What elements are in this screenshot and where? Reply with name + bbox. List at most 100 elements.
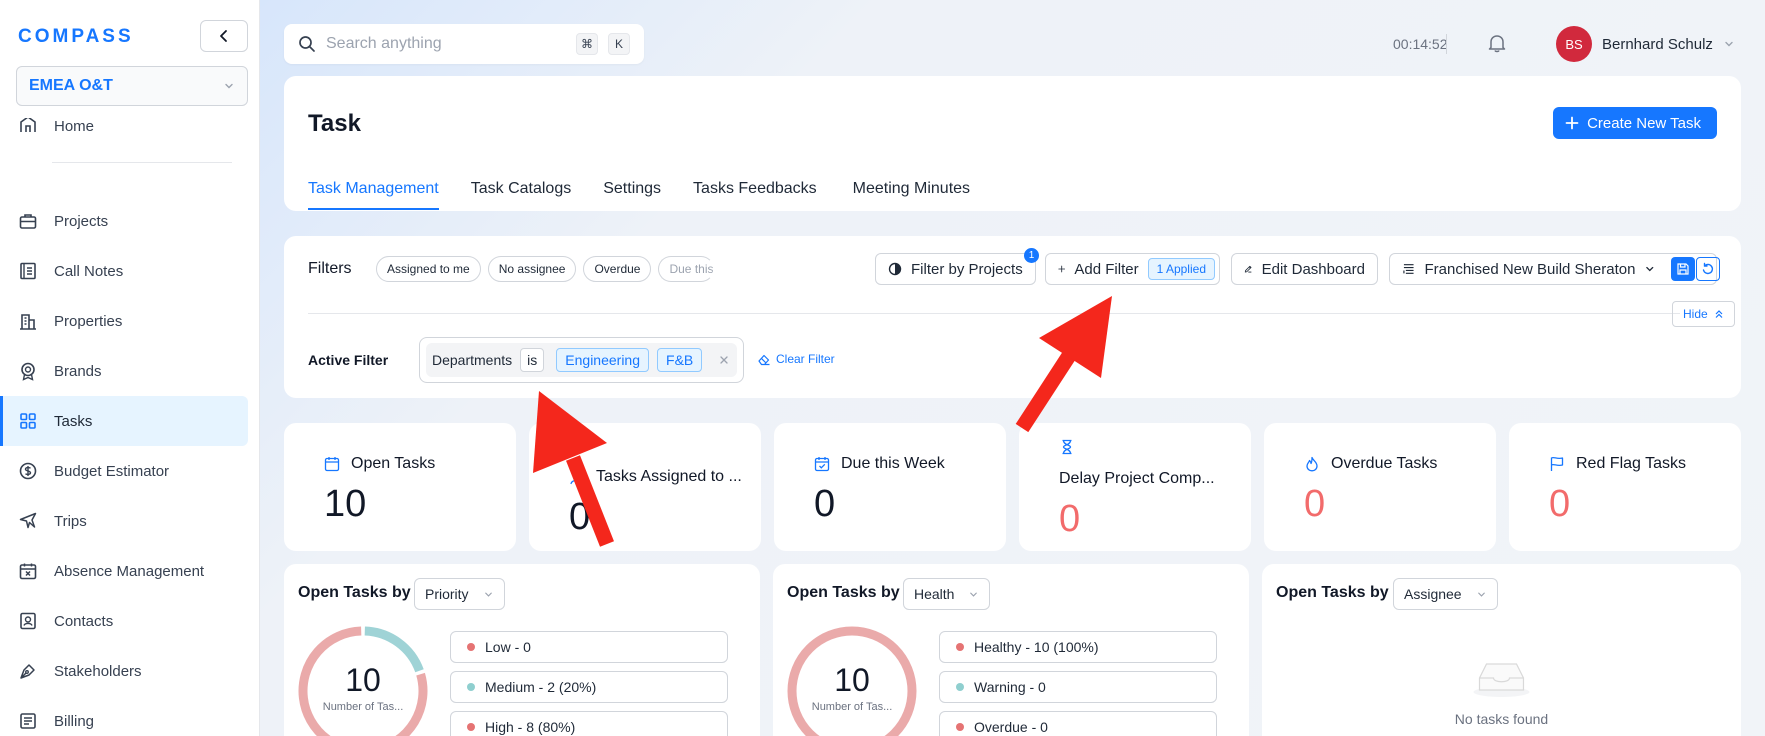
group-select-value: Priority	[425, 586, 469, 602]
dashboard-view-select[interactable]: Franchised New Build Sheraton	[1389, 253, 1717, 285]
legend-dot	[467, 723, 475, 731]
donut-center-value: 10	[834, 662, 870, 698]
sidebar-nav: Home Projects Call Notes Properties Bran…	[0, 110, 260, 736]
legend-item[interactable]: Medium - 2 (20%)	[450, 671, 728, 703]
sidebar-item-billing[interactable]: Billing	[0, 696, 248, 736]
page-header: Task Create New Task Task Management Tas…	[284, 76, 1741, 211]
global-search[interactable]: ⌘ K	[284, 24, 644, 64]
donut-center-label: Number of Tas...	[811, 701, 893, 713]
legend-label: Low - 0	[485, 639, 531, 655]
save-view-button[interactable]	[1671, 257, 1695, 281]
legend-label: High - 8 (80%)	[485, 719, 576, 735]
close-icon[interactable]	[718, 354, 730, 366]
chip-assigned-to-me[interactable]: Assigned to me	[376, 256, 481, 282]
chip-due-this[interactable]: Due this...	[658, 256, 715, 282]
notifications-button[interactable]	[1486, 32, 1508, 59]
empty-state-text: No tasks found	[1454, 711, 1549, 727]
notebook-icon	[20, 262, 36, 280]
create-new-task-button[interactable]: Create New Task	[1553, 107, 1717, 139]
filter-by-projects-button[interactable]: Filter by Projects 1	[875, 248, 1039, 285]
calendar-icon	[324, 457, 340, 472]
sidebar-item-call-notes[interactable]: Call Notes	[0, 246, 248, 296]
chevron-left-icon	[220, 30, 227, 42]
layout-icon	[1403, 264, 1414, 274]
org-select[interactable]: EMEA O&T	[16, 66, 248, 106]
chip-no-assignee[interactable]: No assignee	[487, 256, 577, 282]
collapse-sidebar-button[interactable]	[200, 20, 248, 52]
sidebar-item-stakeholders[interactable]: Stakeholders	[0, 646, 248, 696]
calendar-x-icon	[19, 563, 37, 580]
kbd-cmd: ⌘	[576, 33, 598, 55]
stat-card-red-flag-tasks[interactable]: Red Flag Tasks 0	[1509, 423, 1741, 551]
stat-head: Tasks Assigned to ...	[569, 468, 742, 486]
legend-item[interactable]: High - 8 (80%)	[450, 711, 728, 736]
chevron-down-icon	[225, 83, 233, 89]
active-filter-box: Departments is Engineering F&B	[419, 337, 744, 383]
badge-icon	[21, 362, 35, 381]
tab-tasks-feedbacks[interactable]: Tasks Feedbacks	[693, 180, 817, 210]
sidebar-item-trips[interactable]: Trips	[0, 496, 248, 546]
hide-filters-button[interactable]: Hide	[1672, 301, 1735, 327]
add-filter-button[interactable]: Add Filter 1 Applied	[1045, 253, 1220, 285]
edit-dashboard-button[interactable]: Edit Dashboard	[1231, 253, 1378, 285]
sidebar-item-budget-estimator[interactable]: Budget Estimator	[0, 446, 248, 496]
legend-item[interactable]: Warning - 0	[939, 671, 1217, 703]
stat-card-overdue-tasks[interactable]: Overdue Tasks 0	[1264, 423, 1496, 551]
sidebar-item-absence-management[interactable]: Absence Management	[0, 546, 248, 596]
stat-card-open-tasks[interactable]: Open Tasks 10	[284, 423, 516, 551]
search-input[interactable]	[326, 35, 566, 53]
stat-card-tasks-assigned[interactable]: Tasks Assigned to ... 0	[529, 423, 761, 551]
stat-label: Open Tasks	[351, 455, 436, 472]
sidebar-item-label: Contacts	[54, 612, 114, 630]
active-filter-condition[interactable]: Departments is Engineering F&B	[426, 343, 737, 377]
sidebar-item-label: Billing	[54, 712, 95, 730]
stat-card-delay-project[interactable]: Delay Project Comp... 0	[1019, 423, 1251, 551]
chip-overdue[interactable]: Overdue	[583, 256, 652, 282]
legend-item[interactable]: Low - 0	[450, 631, 728, 663]
clear-filter-button[interactable]: Clear Filter	[757, 352, 835, 366]
tab-task-management[interactable]: Task Management	[308, 180, 439, 210]
plus-icon	[1058, 265, 1066, 273]
sidebar-item-home[interactable]: Home	[18, 118, 94, 134]
chevrons-up-icon	[1715, 310, 1723, 318]
sidebar-item-label: Projects	[54, 212, 109, 230]
filters-panel: Filters Assigned to me No assignee Overd…	[284, 236, 1741, 398]
assignee-group-select[interactable]: Assignee	[1393, 578, 1498, 610]
page-title: Task	[308, 110, 361, 137]
sidebar-item-contacts[interactable]: Contacts	[0, 596, 248, 646]
priority-group-select[interactable]: Priority	[414, 578, 505, 610]
sidebar-item-tasks[interactable]: Tasks	[0, 396, 248, 446]
legend-item[interactable]: Overdue - 0	[939, 711, 1217, 736]
tab-task-catalogs[interactable]: Task Catalogs	[471, 180, 572, 210]
create-new-task-label: Create New Task	[1587, 114, 1701, 132]
stat-card-due-this-week[interactable]: Due this Week 0	[774, 423, 1006, 551]
legend-dot	[467, 643, 475, 651]
sidebar-item-label: Call Notes	[54, 262, 124, 280]
stat-label: Tasks Assigned to ...	[596, 468, 742, 485]
user-menu[interactable]: BS Bernhard Schulz	[1556, 26, 1735, 62]
stat-value: 0	[814, 483, 836, 525]
active-filter-value-fb: F&B	[657, 348, 703, 372]
sidebar-item-properties[interactable]: Properties	[0, 296, 248, 346]
chevron-down-icon	[1646, 266, 1654, 272]
active-filter-value-engineering: Engineering	[556, 348, 650, 372]
tab-settings[interactable]: Settings	[603, 180, 661, 210]
legend-item[interactable]: Healthy - 10 (100%)	[939, 631, 1217, 663]
sidebar-item-projects[interactable]: Projects	[0, 196, 248, 246]
group-select-value: Health	[914, 586, 955, 602]
stat-label: Delay Project Comp...	[1059, 470, 1215, 487]
kbd-k: K	[608, 33, 630, 55]
active-filter-label: Active Filter	[308, 352, 389, 368]
legend-dot	[467, 683, 475, 691]
user-name: Bernhard Schulz	[1602, 35, 1713, 53]
legend-dot	[956, 683, 964, 691]
sidebar-item-label: Properties	[54, 312, 123, 330]
sidebar-item-label: Tasks	[54, 412, 93, 430]
search-icon	[299, 36, 315, 52]
avatar: BS	[1556, 26, 1592, 62]
sidebar-item-brands[interactable]: Brands	[0, 346, 248, 396]
grid-icon	[20, 413, 36, 429]
reset-view-button[interactable]	[1696, 257, 1720, 281]
tab-meeting-minutes[interactable]: Meeting Minutes	[853, 180, 970, 210]
health-group-select[interactable]: Health	[903, 578, 991, 610]
